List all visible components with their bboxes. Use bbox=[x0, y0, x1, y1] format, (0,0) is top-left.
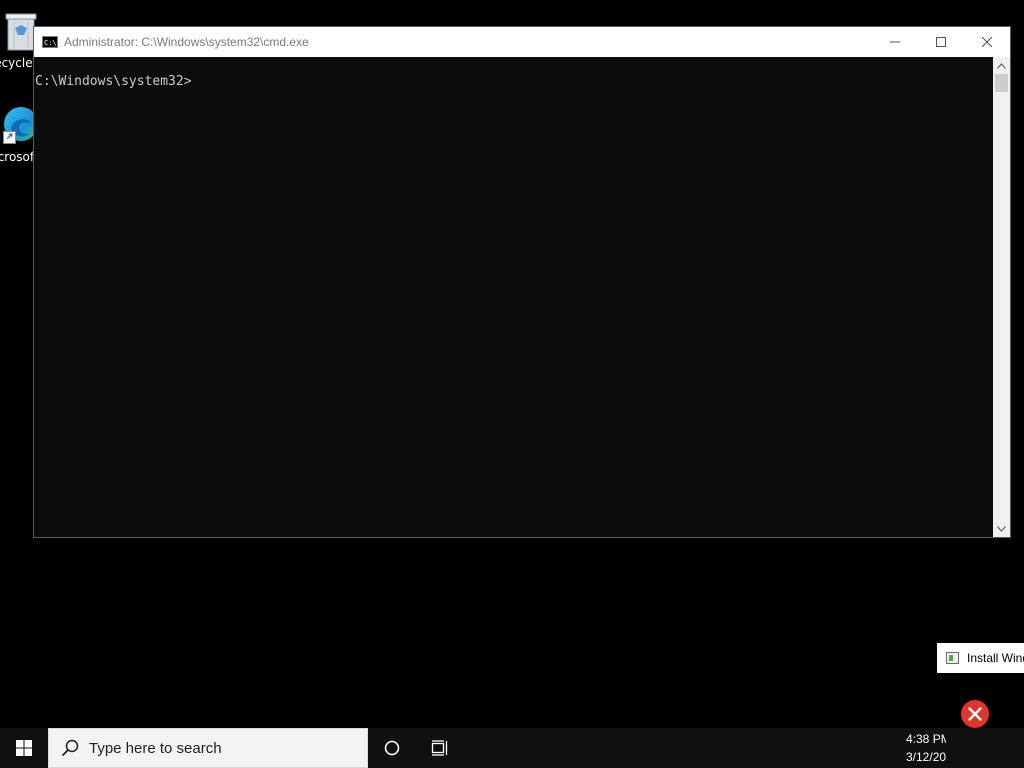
clock-time: 4:38 PM bbox=[906, 732, 946, 746]
windows-logo-icon bbox=[16, 740, 32, 756]
taskbar-search-box[interactable]: Type here to search bbox=[48, 728, 368, 768]
shortcut-arrow-icon: ↗ bbox=[3, 131, 16, 144]
maximize-icon bbox=[936, 37, 946, 47]
cortana-button[interactable] bbox=[368, 728, 416, 768]
close-icon bbox=[982, 37, 992, 47]
search-placeholder: Type here to search bbox=[89, 739, 222, 757]
window-title: Administrator: C:\Windows\system32\cmd.e… bbox=[64, 35, 309, 49]
window-titlebar[interactable]: C:\ Administrator: C:\Windows\system32\c… bbox=[34, 27, 1010, 57]
start-button[interactable] bbox=[0, 728, 48, 768]
taskbar: Type here to search 4:38 PM 3/12/2024 bbox=[0, 728, 1024, 768]
chevron-up-icon bbox=[997, 62, 1006, 69]
scroll-up-button[interactable] bbox=[993, 57, 1010, 74]
minimize-button[interactable] bbox=[872, 27, 918, 57]
caption-buttons bbox=[872, 27, 1010, 57]
chevron-down-icon bbox=[997, 525, 1006, 532]
notification-toast[interactable]: Install Windows bbox=[937, 643, 1024, 728]
task-view-icon bbox=[431, 740, 448, 756]
toast-title: Install Windows bbox=[967, 651, 1024, 665]
installer-icon bbox=[946, 652, 959, 664]
vertical-scrollbar[interactable] bbox=[993, 57, 1010, 537]
task-view-button[interactable] bbox=[416, 728, 464, 768]
clock-date: 3/12/2024 bbox=[906, 750, 946, 764]
minimize-icon bbox=[890, 41, 900, 43]
error-icon bbox=[960, 699, 990, 729]
scroll-down-button[interactable] bbox=[993, 520, 1010, 537]
search-icon bbox=[60, 738, 80, 758]
desktop: Recycle Bin ↗ Microsoft Edge C:\ bbox=[0, 0, 1024, 768]
cmd-icon: C:\ bbox=[42, 36, 58, 48]
taskbar-clock[interactable]: 4:38 PM 3/12/2024 bbox=[906, 730, 946, 766]
toast-header[interactable]: Install Windows bbox=[937, 643, 1024, 673]
scroll-thumb[interactable] bbox=[995, 74, 1008, 92]
maximize-button[interactable] bbox=[918, 27, 964, 57]
console-output[interactable]: C:\Windows\system32> bbox=[34, 57, 993, 537]
cortana-circle-icon bbox=[384, 740, 400, 756]
close-button[interactable] bbox=[964, 27, 1010, 57]
cmd-window[interactable]: C:\ Administrator: C:\Windows\system32\c… bbox=[33, 26, 1011, 538]
